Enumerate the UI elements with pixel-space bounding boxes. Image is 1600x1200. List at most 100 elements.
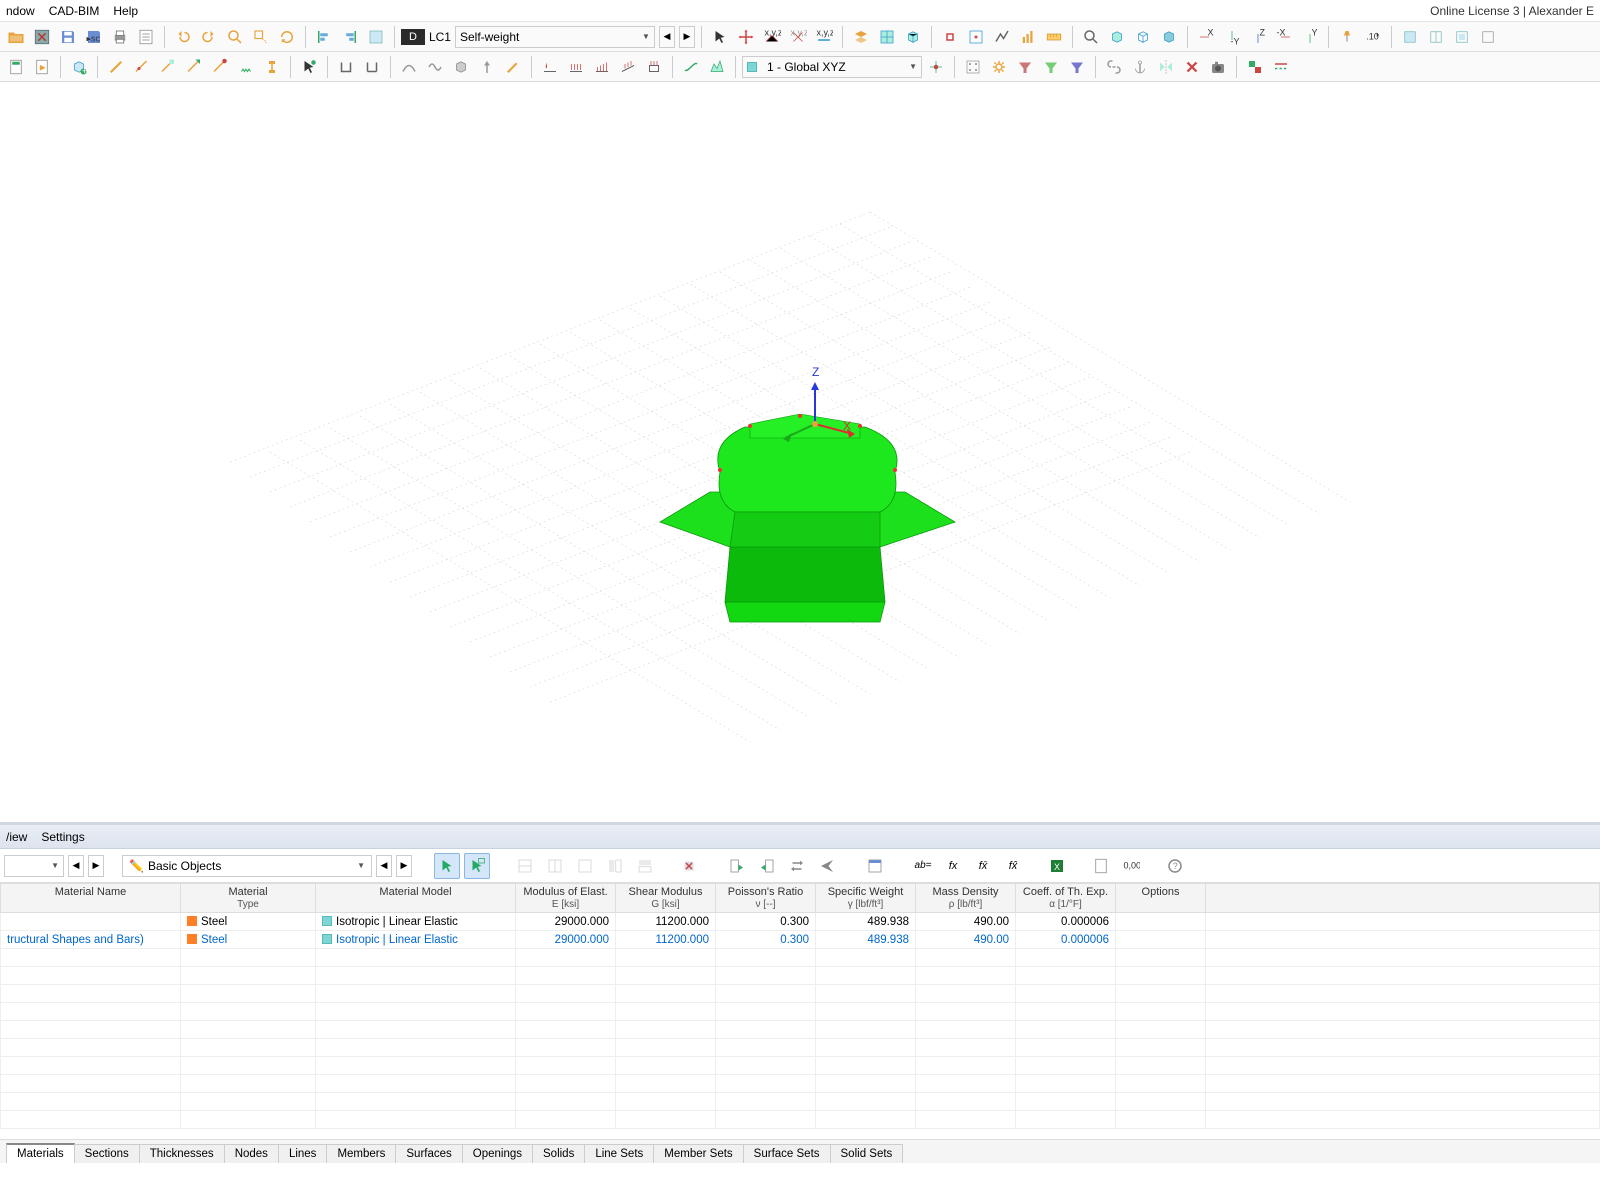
menu-cad-bim[interactable]: CAD-BIM — [49, 4, 100, 18]
tab-solid-sets[interactable]: Solid Sets — [830, 1144, 904, 1163]
print-icon[interactable] — [108, 25, 132, 49]
gear-icon[interactable] — [987, 55, 1011, 79]
load2-icon[interactable] — [564, 55, 588, 79]
col-header[interactable]: Material Model — [316, 884, 516, 913]
table-row[interactable]: SteelIsotropic | Linear Elastic29000.000… — [1, 913, 1600, 931]
exchange-icon[interactable] — [784, 853, 810, 879]
window-icon[interactable] — [862, 853, 888, 879]
result1-icon[interactable] — [679, 55, 703, 79]
tab-solids[interactable]: Solids — [532, 1144, 585, 1163]
undo-icon[interactable] — [171, 25, 195, 49]
tab-surface-sets[interactable]: Surface Sets — [743, 1144, 831, 1163]
curve1-icon[interactable] — [397, 55, 421, 79]
load-case-combo[interactable]: Self-weight▼ — [455, 26, 655, 48]
col-header[interactable]: Poisson's Ratioν [--] — [716, 884, 816, 913]
cube-icon[interactable] — [901, 25, 925, 49]
bracket2-icon[interactable] — [360, 55, 384, 79]
link-icon[interactable] — [1102, 55, 1126, 79]
excel-icon[interactable]: X — [1044, 853, 1070, 879]
obj-next[interactable]: ▶ — [396, 855, 412, 877]
mirror-icon[interactable] — [1154, 55, 1178, 79]
col-header[interactable]: MaterialType — [181, 884, 316, 913]
export-icon[interactable] — [754, 853, 780, 879]
edit-icon[interactable] — [501, 55, 525, 79]
axis-neg-y-icon[interactable]: -Y — [1220, 25, 1244, 49]
properties-icon[interactable] — [134, 25, 158, 49]
route-icon[interactable] — [990, 25, 1014, 49]
measure-xyz-icon[interactable]: x,y,z — [760, 25, 784, 49]
box1-icon[interactable] — [1398, 25, 1422, 49]
align-left-icon[interactable] — [312, 25, 336, 49]
camera-icon[interactable] — [1206, 55, 1230, 79]
col-header[interactable]: Coeff. of Th. Exp.α [1/°F] — [1016, 884, 1116, 913]
axis-y-icon[interactable]: Y — [1298, 25, 1322, 49]
col-header[interactable]: Specific Weightγ [lbf/ft³] — [816, 884, 916, 913]
line-style-icon[interactable] — [1269, 55, 1293, 79]
grid-snap-icon[interactable] — [961, 55, 985, 79]
delete-icon[interactable] — [676, 853, 702, 879]
goto-icon[interactable] — [249, 25, 273, 49]
filter3-icon[interactable] — [1065, 55, 1089, 79]
solid-view-icon[interactable] — [1157, 25, 1181, 49]
basic-objects-combo[interactable]: ✏️Basic Objects ▼ — [122, 855, 372, 877]
box-icon[interactable] — [449, 55, 473, 79]
wireframe-icon[interactable] — [1131, 25, 1155, 49]
save-icon[interactable] — [56, 25, 80, 49]
origin-icon[interactable] — [924, 55, 948, 79]
beam2-icon[interactable] — [130, 55, 154, 79]
table-row[interactable]: tructural Shapes and Bars)SteelIsotropic… — [1, 931, 1600, 949]
send-icon[interactable] — [814, 853, 840, 879]
box3-icon[interactable] — [1450, 25, 1474, 49]
calc-run-icon[interactable] — [30, 55, 54, 79]
tab-openings[interactable]: Openings — [462, 1144, 533, 1163]
arrow-up-icon[interactable] — [475, 55, 499, 79]
decimal-icon[interactable]: 0,00 — [1118, 853, 1144, 879]
beam1-icon[interactable] — [104, 55, 128, 79]
coord-system-combo[interactable]: 1 - Global XYZ ▼ — [742, 56, 922, 78]
tab-members[interactable]: Members — [326, 1144, 396, 1163]
import-icon[interactable] — [724, 853, 750, 879]
page-next[interactable]: ▶ — [88, 855, 104, 877]
delete-red-icon[interactable] — [1180, 55, 1204, 79]
tab-lines[interactable]: Lines — [278, 1144, 328, 1163]
layers-icon[interactable] — [849, 25, 873, 49]
tab-sections[interactable]: Sections — [74, 1144, 140, 1163]
lower-menu-settings[interactable]: Settings — [41, 830, 84, 844]
dimension-icon[interactable]: x,y,z — [812, 25, 836, 49]
load4-icon[interactable] — [616, 55, 640, 79]
ruler-icon[interactable] — [1042, 25, 1066, 49]
iso-view-icon[interactable] — [1105, 25, 1129, 49]
select-mode-icon[interactable] — [434, 853, 460, 879]
load5-icon[interactable] — [642, 55, 666, 79]
move-icon[interactable] — [734, 25, 758, 49]
doc-icon[interactable] — [1088, 853, 1114, 879]
col-header[interactable]: Material Name — [1, 884, 181, 913]
lc-next-button[interactable]: ▶ — [679, 26, 695, 48]
section-icon[interactable] — [260, 55, 284, 79]
tab-materials[interactable]: Materials — [6, 1143, 75, 1163]
menu-help[interactable]: Help — [113, 4, 138, 18]
measure-clear-icon[interactable]: x,y,z — [786, 25, 810, 49]
box2-icon[interactable] — [1424, 25, 1448, 49]
col-header[interactable]: Shear ModulusG [ksi] — [616, 884, 716, 913]
viewport-3d[interactable]: Z X — [0, 82, 1600, 822]
fx-bar-icon[interactable]: fx̄ — [970, 853, 996, 879]
fx-icon[interactable]: fx — [940, 853, 966, 879]
lamp-icon[interactable] — [1335, 25, 1359, 49]
page-prev[interactable]: ◀ — [68, 855, 84, 877]
pointer-icon[interactable] — [708, 25, 732, 49]
x-icon[interactable] — [30, 25, 54, 49]
curve2-icon[interactable] — [423, 55, 447, 79]
col-header[interactable]: Modulus of Elast.E [ksi] — [516, 884, 616, 913]
snap-grid-icon[interactable] — [964, 25, 988, 49]
tab-surfaces[interactable]: Surfaces — [395, 1144, 462, 1163]
result2-icon[interactable] — [705, 55, 729, 79]
lower-menu-view[interactable]: /iew — [6, 830, 27, 844]
snap-icon[interactable] — [938, 25, 962, 49]
page-combo[interactable]: ▼ — [4, 855, 64, 877]
redo-icon[interactable] — [197, 25, 221, 49]
precision-icon[interactable]: .10 — [1361, 25, 1385, 49]
zoom-fit-icon[interactable] — [1079, 25, 1103, 49]
lc-prev-button[interactable]: ◀ — [659, 26, 675, 48]
grid-icon[interactable] — [875, 25, 899, 49]
